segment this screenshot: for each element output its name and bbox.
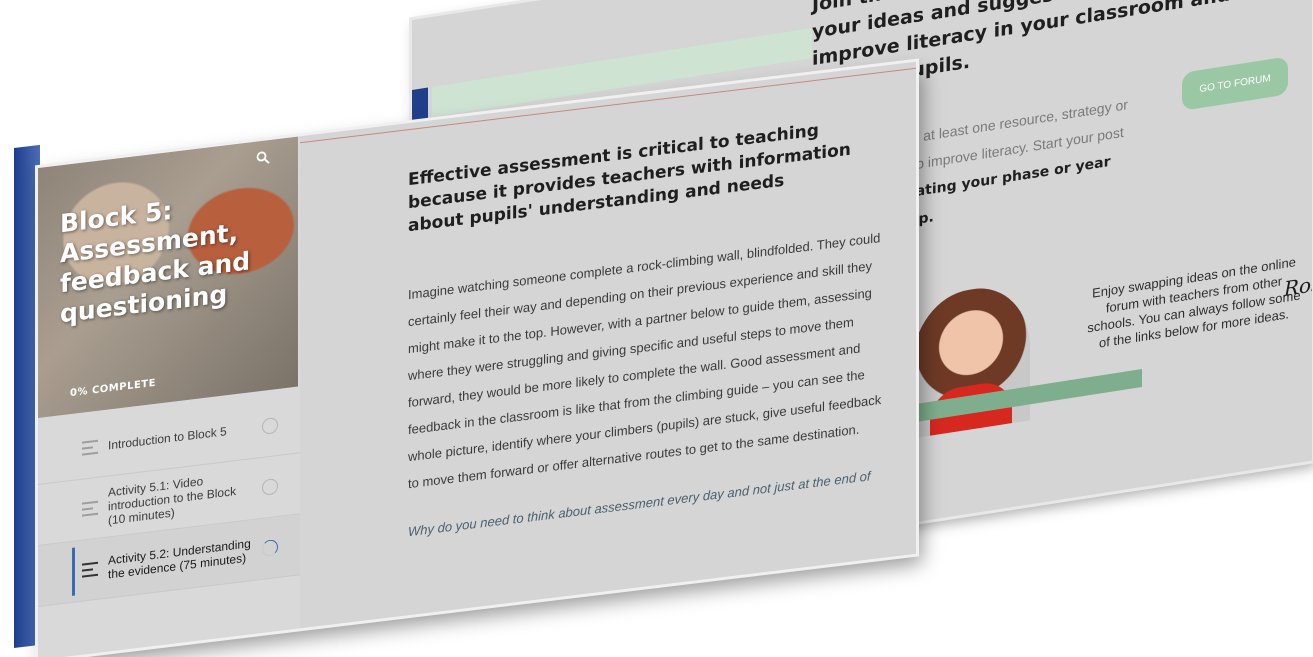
lesson-lines-icon [82, 439, 98, 456]
nav-item-label: Activity 5.2: Understanding the evidence… [108, 536, 251, 582]
go-to-forum-button[interactable]: GO TO FORUM [1182, 56, 1288, 111]
lesson-content: Effective assessment is critical to teac… [300, 61, 916, 629]
block-progress: 0% COMPLETE [70, 377, 156, 400]
nav-item-label: Introduction to Block 5 [108, 424, 227, 453]
forum-instructions: Share at least one resource, strategy or… [882, 89, 1142, 239]
lesson-lines-icon [82, 500, 98, 517]
course-sidebar: Block 5: Assessment, feedback and questi… [38, 135, 308, 657]
lesson-nav-list: Introduction to Block 5 Activity 5.1: Vi… [38, 392, 300, 607]
lesson-lines-icon [82, 561, 98, 578]
status-circle-icon [262, 416, 278, 435]
lesson-body-text: Imagine watching someone complete a rock… [408, 230, 882, 492]
block-title: Block 5: Assessment, feedback and questi… [60, 195, 251, 329]
lesson-heading: Effective assessment is critical to teac… [408, 120, 851, 237]
progress-spinner-icon [262, 538, 278, 557]
search-icon[interactable] [256, 150, 270, 166]
status-circle-icon [262, 477, 278, 496]
nav-item-label: Activity 5.1: Video introduction to the … [108, 474, 237, 528]
block-hero-image: Block 5: Assessment, feedback and questi… [38, 136, 298, 418]
course-panel-edge [14, 144, 40, 649]
forum-enjoy-text: Enjoy swapping ideas on the online forum… [1087, 254, 1301, 351]
screenshot-stage: Join the online discussion forum to shar… [0, 0, 1313, 657]
course-page-panel: Block 5: Assessment, feedback and questi… [38, 61, 916, 657]
